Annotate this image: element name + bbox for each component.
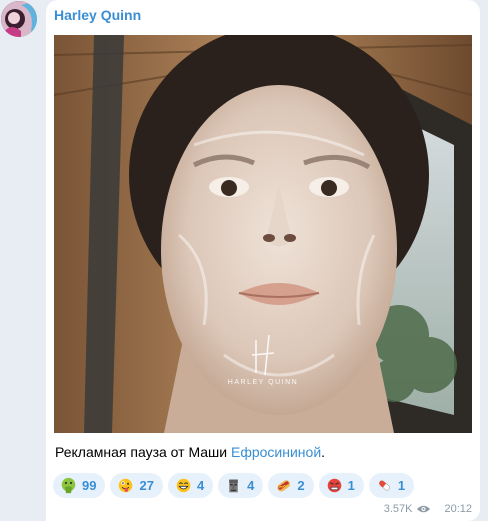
eye-icon xyxy=(417,505,431,513)
reaction-count: 99 xyxy=(82,478,97,493)
message-bubble: Harley Quinn HARLEY QUINN Рекламная пауз… xyxy=(46,0,480,521)
reaction-moai[interactable]: 4 xyxy=(218,473,264,498)
message-caption: Рекламная пауза от Маши Ефросининой. xyxy=(55,444,325,460)
sender-avatar[interactable] xyxy=(1,1,37,37)
view-count: 3.57K xyxy=(383,503,413,515)
reaction-count: 4 xyxy=(196,478,205,493)
reaction-hotdog[interactable]: 2 xyxy=(268,473,314,498)
hotdog-icon xyxy=(277,480,291,492)
grin-face-icon xyxy=(176,478,191,493)
caption-text: Рекламная пауза от Маши xyxy=(55,444,231,460)
caption-link[interactable]: Ефросининой xyxy=(231,444,321,460)
reaction-zany[interactable]: 27 xyxy=(110,473,163,498)
reaction-count: 1 xyxy=(347,478,355,493)
angry-face-icon xyxy=(327,478,341,493)
reaction-count: 2 xyxy=(297,478,305,493)
reaction-count: 1 xyxy=(397,478,406,493)
reaction-vomit[interactable]: 99 xyxy=(53,473,106,498)
reaction-pill[interactable]: 1 xyxy=(368,473,415,498)
reactions-bar: 99 27 4 4 2 1 1 xyxy=(53,473,415,498)
moai-icon xyxy=(229,479,238,493)
pill-icon xyxy=(378,480,390,491)
photo-watermark: HARLEY QUINN xyxy=(227,379,299,386)
reaction-count: 27 xyxy=(139,478,154,493)
reaction-grin[interactable]: 4 xyxy=(167,473,214,498)
message-photo[interactable]: HARLEY QUINN xyxy=(54,35,472,433)
caption-suffix: . xyxy=(321,444,326,460)
reaction-angry[interactable]: 1 xyxy=(318,473,364,498)
reaction-count: 4 xyxy=(247,478,255,493)
message-time: 20:12 xyxy=(444,503,472,515)
zany-face-icon xyxy=(119,478,133,493)
sender-name[interactable]: Harley Quinn xyxy=(54,7,141,23)
message-meta: 3.57K 20:12 xyxy=(384,503,472,515)
vomit-face-icon xyxy=(61,477,76,494)
